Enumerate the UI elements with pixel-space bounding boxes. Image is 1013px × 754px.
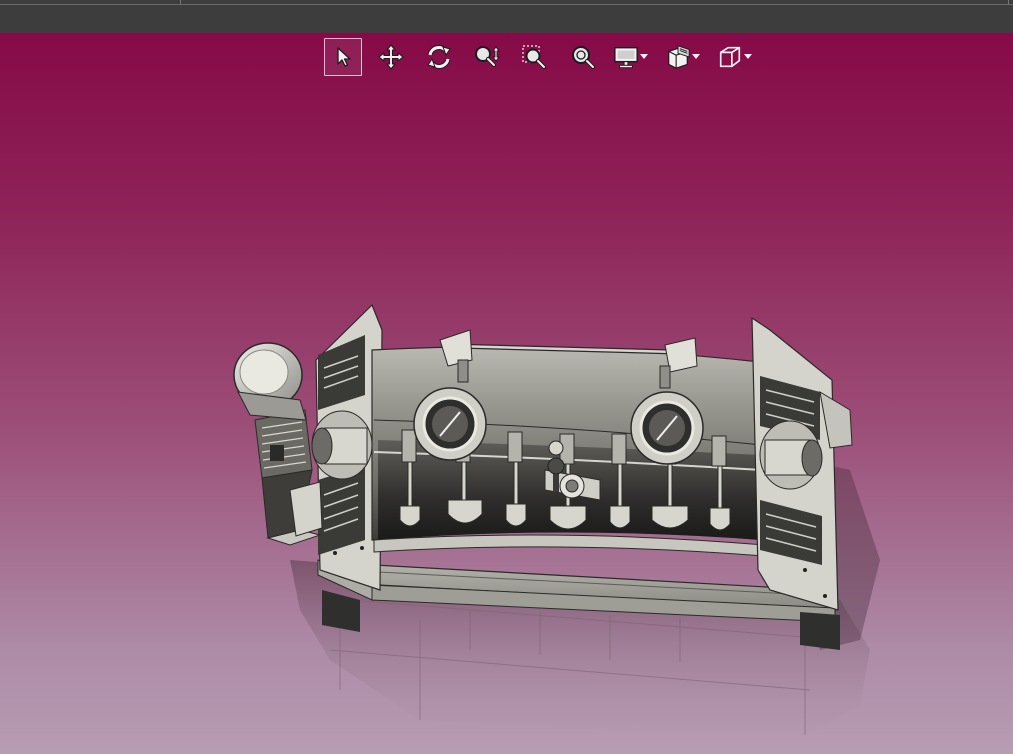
- title-bar-rule: [0, 4, 1013, 5]
- pan-tool-button[interactable]: [372, 38, 410, 76]
- drive-motor: [233, 342, 323, 546]
- inspection-port-left: [413, 387, 487, 461]
- rotate-tool-button[interactable]: [420, 38, 458, 76]
- zoom-window-icon: [522, 45, 546, 69]
- chevron-down-icon: [744, 54, 752, 59]
- zoom-fit-icon: [572, 46, 595, 69]
- move-arrows-icon: [378, 44, 404, 70]
- display-mode-button[interactable]: [612, 38, 640, 76]
- display-mode-dropdown[interactable]: [640, 38, 656, 76]
- zoom-updown-icon: [475, 46, 500, 67]
- view-cube-icon: [719, 46, 741, 68]
- section-view-icon: [668, 45, 690, 69]
- mixer-3d-model[interactable]: [0, 33, 1013, 754]
- zoom-fit-button[interactable]: [564, 38, 602, 76]
- title-bar-divider: [180, 0, 181, 4]
- section-view-dropdown[interactable]: [692, 38, 708, 76]
- view-orientation-button[interactable]: [716, 38, 744, 76]
- 3d-viewport[interactable]: [0, 33, 1013, 754]
- title-bar: [0, 0, 1013, 34]
- rotate-icon: [427, 45, 451, 69]
- left-bearing-housing: [311, 410, 373, 480]
- chevron-down-icon: [640, 54, 648, 59]
- view-orientation-dropdown[interactable]: [744, 38, 760, 76]
- inspection-port-right: [630, 391, 704, 465]
- zoom-tool-button[interactable]: [468, 38, 506, 76]
- title-bar-divider: [1008, 0, 1009, 4]
- cursor-icon: [337, 47, 351, 67]
- section-view-button[interactable]: [664, 38, 692, 76]
- zoom-window-button[interactable]: [516, 38, 554, 76]
- select-tool-button[interactable]: [324, 38, 362, 76]
- chevron-down-icon: [692, 54, 700, 59]
- viewer-toolbar: [324, 38, 768, 76]
- monitor-icon: [614, 47, 638, 69]
